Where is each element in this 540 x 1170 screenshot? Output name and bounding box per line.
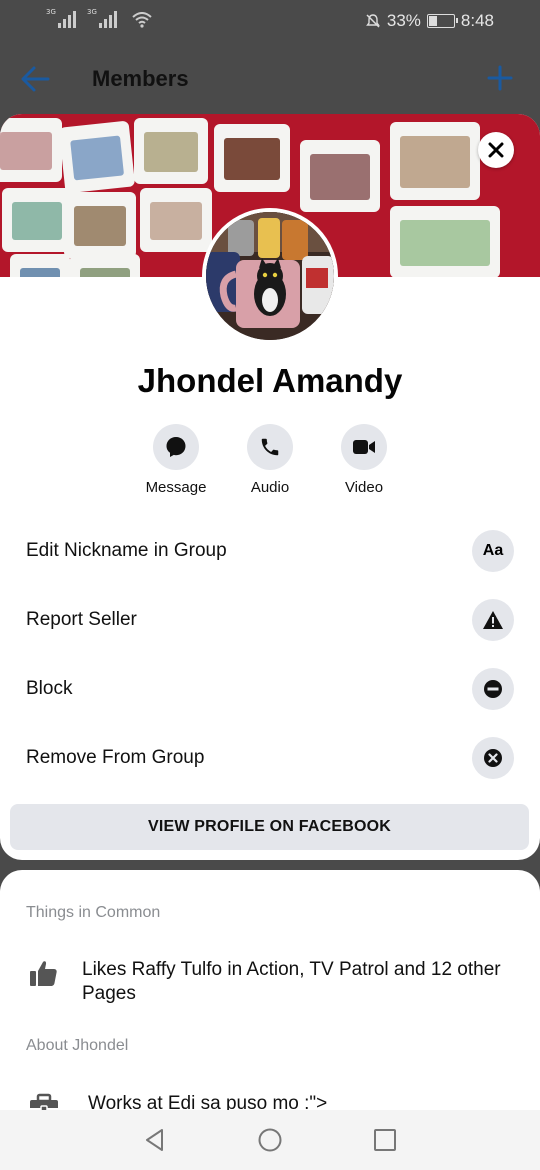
warning-triangle-icon: [472, 599, 514, 641]
avatar-photo: [206, 212, 334, 340]
block-item[interactable]: Block: [0, 660, 540, 720]
battery-icon: [426, 14, 458, 28]
likes-text: Likes Raffy Tulfo in Action, TV Patrol a…: [82, 959, 501, 1004]
message-button[interactable]: [153, 424, 199, 470]
quick-actions: Message Audio Video: [0, 424, 540, 504]
page-title: Members: [92, 66, 189, 91]
signal-label: 3G: [46, 8, 56, 16]
block-label: Block: [26, 678, 73, 699]
remove-from-group-label: Remove From Group: [26, 747, 205, 768]
report-seller-label: Report Seller: [26, 609, 137, 630]
nav-recents-icon[interactable]: [372, 1127, 398, 1153]
message-label: Message: [145, 479, 207, 496]
audio-call-button[interactable]: [247, 424, 293, 470]
remove-x-circle-icon: [472, 737, 514, 779]
profile-name: Jhondel Amandy: [137, 362, 403, 399]
battery-percent: 33%: [386, 11, 421, 30]
add-member-icon[interactable]: [486, 64, 514, 92]
wifi-icon: [132, 12, 152, 28]
edit-nickname-item[interactable]: Edit Nickname in Group Aa: [0, 522, 540, 582]
close-icon: [488, 142, 504, 158]
bell-muted-icon: [365, 14, 380, 28]
close-button[interactable]: [478, 132, 514, 168]
phone-icon: [261, 438, 279, 456]
thumbs-up-icon: [30, 961, 57, 986]
remove-from-group-item[interactable]: Remove From Group: [0, 729, 540, 789]
system-nav-bar: [0, 1110, 540, 1170]
video-call-button[interactable]: [341, 424, 387, 470]
app-bar: Members: [0, 44, 540, 114]
cell-signal-icon: 3G: [46, 8, 81, 28]
edit-nickname-label: Edit Nickname in Group: [26, 540, 227, 561]
nav-back-icon[interactable]: [142, 1127, 168, 1153]
block-minus-icon: [472, 668, 514, 710]
report-seller-item[interactable]: Report Seller: [0, 591, 540, 651]
about-title: About Jhondel: [26, 1037, 129, 1054]
video-label: Video: [344, 479, 384, 496]
text-aa-icon: Aa: [472, 530, 514, 572]
member-profile-card: Jhondel Amandy Message Audio Video Edit …: [0, 114, 540, 860]
audio-action[interactable]: Audio: [225, 424, 315, 496]
avatar[interactable]: [202, 208, 338, 344]
signal-label: 3G: [87, 8, 97, 16]
video-action[interactable]: Video: [319, 424, 409, 496]
messenger-bubble-icon: [166, 437, 186, 457]
clock: 8:48: [460, 11, 494, 30]
video-camera-icon: [353, 440, 375, 454]
things-in-common-title: Things in Common: [26, 904, 161, 921]
audio-label: Audio: [250, 479, 290, 496]
back-arrow-icon[interactable]: [20, 64, 52, 94]
message-action[interactable]: Message: [131, 424, 221, 496]
cell-signal-icon: 3G: [87, 8, 122, 28]
status-bar: 3G 3G 33% 8:48: [0, 0, 540, 44]
nav-home-icon[interactable]: [257, 1127, 283, 1153]
view-profile-button[interactable]: VIEW PROFILE ON FACEBOOK: [10, 804, 529, 850]
